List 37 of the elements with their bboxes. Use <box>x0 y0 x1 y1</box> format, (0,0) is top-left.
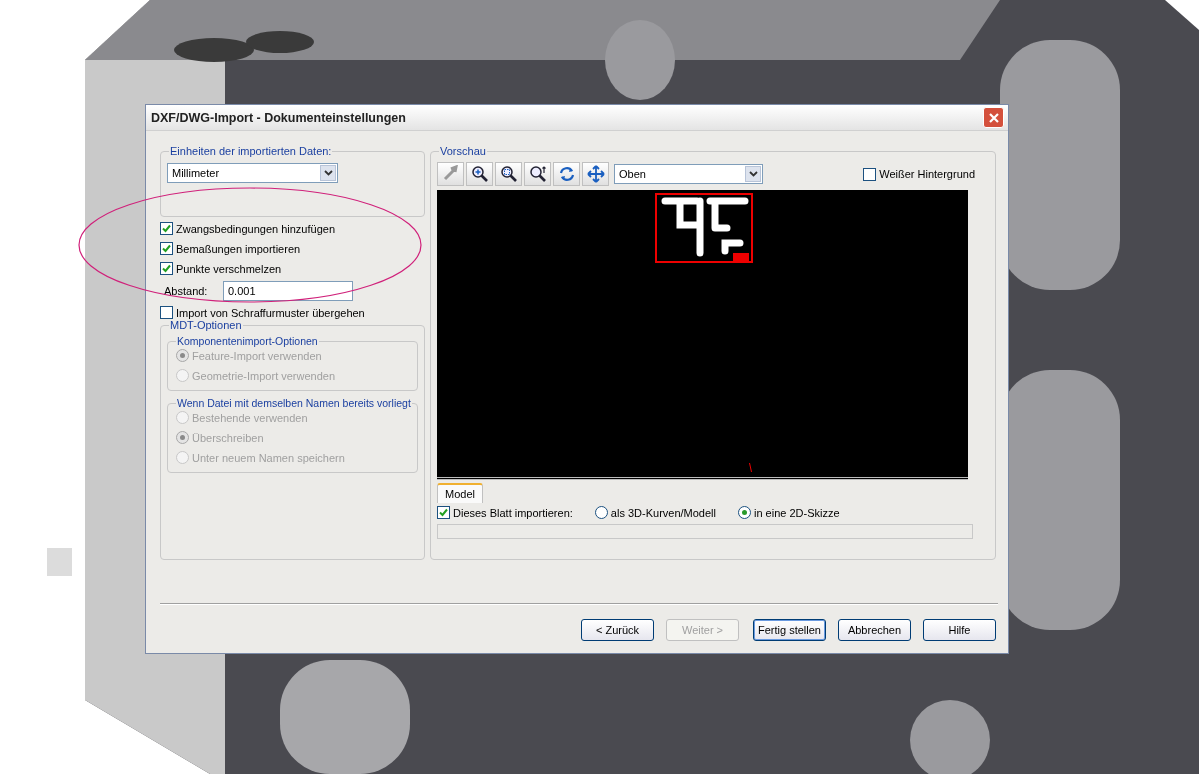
group-label: Einheiten der importierten Daten: <box>169 145 333 157</box>
dialog-button[interactable]: < Zurück <box>581 619 654 641</box>
distance-field[interactable]: 0.001 <box>223 281 353 301</box>
checkbox-label[interactable]: Bemaßungen importieren <box>176 242 301 255</box>
checkbox-label[interactable]: Zwangsbedingungen hinzufügen <box>176 222 336 235</box>
radio-label[interactable]: in eine 2D-Skizze <box>754 506 840 519</box>
checkbox-label[interactable]: Dieses Blatt importieren: <box>453 506 573 519</box>
checkbox[interactable] <box>160 306 173 319</box>
checkbox[interactable] <box>437 506 450 519</box>
group-label: MDT-Optionen <box>169 319 243 331</box>
checkbox-label[interactable]: Import von Schraffurmuster übergehen <box>176 306 365 319</box>
group-label: Wenn Datei mit demselben Namen bereits vorliegt <box>176 397 412 409</box>
checkbox-label[interactable]: Punkte verschmelzen <box>176 262 282 275</box>
pan-icon[interactable] <box>582 162 609 186</box>
group-label: Vorschau <box>439 145 487 157</box>
view-dropdown[interactable]: Oben <box>614 164 763 184</box>
checkbox[interactable] <box>863 167 877 181</box>
checkbox[interactable] <box>160 262 173 275</box>
preview-stroke-icon <box>749 463 752 472</box>
units-dropdown[interactable]: Millimeter <box>167 163 338 183</box>
rotate-icon[interactable] <box>553 162 580 186</box>
zoom-in-icon[interactable] <box>466 162 493 186</box>
dialog-button[interactable]: Fertig stellen <box>753 619 826 641</box>
checkbox[interactable] <box>160 242 173 255</box>
window-title: DXF/DWG-Import - Dokumenteinstellungen <box>151 110 406 125</box>
dialog-button[interactable]: Hilfe <box>923 619 996 641</box>
radio-button[interactable] <box>594 506 608 519</box>
group-label: Komponentenimport-Optionen <box>176 335 319 347</box>
sheet-tab[interactable]: Model <box>437 483 483 503</box>
dialog-button[interactable]: Abbrechen <box>838 619 911 641</box>
radio-button[interactable] <box>738 506 751 519</box>
radio-label[interactable]: als 3D-Kurven/Modell <box>610 506 716 519</box>
checkbox-label[interactable]: Weißer Hintergrund <box>879 168 975 180</box>
checkbox[interactable] <box>160 222 173 235</box>
zoom-extents-icon[interactable] <box>524 162 551 186</box>
distance-label: Abstand: <box>164 285 209 297</box>
zoom-window-icon[interactable] <box>495 162 522 186</box>
